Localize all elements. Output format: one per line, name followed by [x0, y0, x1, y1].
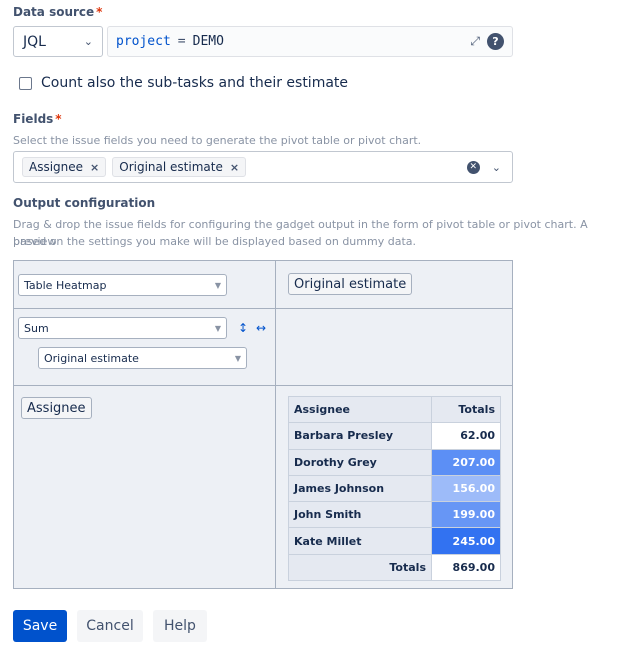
subtasks-checkbox-row[interactable]: Count also the sub-tasks and their estim… [19, 75, 348, 91]
pivot-divider [14, 385, 513, 386]
fields-label-text: Fields [13, 112, 54, 126]
table-header-row: Assignee Totals [288, 395, 501, 424]
field-tag-label: Original estimate [119, 160, 223, 174]
table-row: James Johnson 156.00 [288, 474, 501, 503]
dropdown-triangle-icon: ▼ [214, 323, 221, 333]
row-label: James Johnson [288, 474, 432, 503]
dropdown-triangle-icon: ▼ [234, 353, 241, 363]
data-source-type-select[interactable]: JQL ⌄ [13, 26, 103, 57]
pivot-divider [14, 308, 513, 309]
row-value: 62.00 [431, 422, 501, 450]
row-label: Dorothy Grey [288, 448, 432, 476]
aggregator-field-value: Original estimate [44, 351, 139, 365]
field-tag-label: Assignee [29, 160, 84, 174]
save-button[interactable]: Save [13, 610, 67, 642]
column-attribute-pill[interactable]: Original estimate [288, 273, 413, 295]
pivot-result-table: Assignee Totals Barbara Presley 62.00 Do… [288, 395, 501, 582]
required-mark: * [96, 5, 103, 19]
remove-tag-icon[interactable]: × [90, 161, 99, 174]
query-value: DEMO [192, 34, 224, 49]
aggregator-value: Sum [24, 321, 49, 335]
jql-query-input[interactable]: project = DEMO ⤢ ? [107, 26, 513, 57]
row-label: Barbara Presley [288, 422, 432, 450]
remove-tag-icon[interactable]: × [230, 161, 239, 174]
row-value: 199.00 [431, 501, 501, 529]
subtasks-checkbox-label[interactable]: Count also the sub-tasks and their estim… [41, 75, 348, 91]
sort-columns-icon[interactable]: ↔ [256, 321, 266, 335]
row-value: 245.00 [431, 527, 501, 555]
totals-row: Totals 869.00 [288, 553, 501, 582]
required-mark: * [55, 112, 62, 126]
row-value: 156.00 [431, 474, 501, 503]
aggregator-field-select[interactable]: Original estimate ▼ [38, 347, 247, 369]
row-attribute-pill[interactable]: Assignee [21, 397, 92, 419]
subtasks-checkbox[interactable] [19, 76, 32, 90]
field-tag-original-estimate: Original estimate × [112, 157, 247, 177]
table-row: Dorothy Grey 207.00 [288, 448, 501, 476]
data-source-type-value: JQL [23, 33, 46, 50]
cancel-button[interactable]: Cancel [77, 610, 143, 642]
row-header: Assignee [288, 395, 432, 424]
table-row: John Smith 199.00 [288, 501, 501, 529]
fields-help-text: Select the issue fields you need to gene… [13, 134, 422, 147]
row-value: 207.00 [431, 448, 501, 476]
aggregator-select[interactable]: Sum ▼ [18, 317, 227, 339]
output-config-label: Output configuration [13, 196, 156, 210]
help-button[interactable]: Help [153, 610, 207, 642]
clear-all-icon[interactable]: ✕ [466, 160, 480, 174]
renderer-value: Table Heatmap [24, 278, 107, 292]
row-label: Kate Millet [288, 527, 432, 555]
sort-rows-icon[interactable]: ↕ [238, 321, 248, 335]
help-icon[interactable]: ? [487, 33, 504, 50]
table-row: Barbara Presley 62.00 [288, 422, 501, 450]
data-source-label: Data source * [13, 5, 102, 19]
query-operator: = [177, 34, 186, 49]
totals-header: Totals [431, 395, 501, 424]
fields-label: Fields * [13, 112, 62, 126]
data-source-label-text: Data source [13, 5, 95, 19]
renderer-select[interactable]: Table Heatmap ▼ [18, 274, 227, 296]
chevron-down-icon[interactable]: ⌄ [492, 161, 501, 174]
table-row: Kate Millet 245.00 [288, 527, 501, 555]
grand-total-value: 869.00 [431, 553, 501, 582]
pivot-ui: Table Heatmap ▼ Original estimate Sum ▼ … [13, 260, 513, 589]
output-config-help-line2: based on the settings you make will be d… [13, 235, 416, 248]
dropdown-triangle-icon: ▼ [214, 280, 221, 290]
pivot-divider [275, 261, 276, 589]
chevron-down-icon: ⌄ [83, 35, 93, 48]
query-field: project [116, 34, 171, 49]
expand-icon[interactable]: ⤢ [470, 34, 480, 49]
field-tag-assignee: Assignee × [22, 157, 107, 177]
fields-multiselect[interactable]: Assignee × Original estimate × ✕ ⌄ [13, 151, 513, 183]
row-label: John Smith [288, 501, 432, 529]
totals-label: Totals [288, 553, 432, 582]
